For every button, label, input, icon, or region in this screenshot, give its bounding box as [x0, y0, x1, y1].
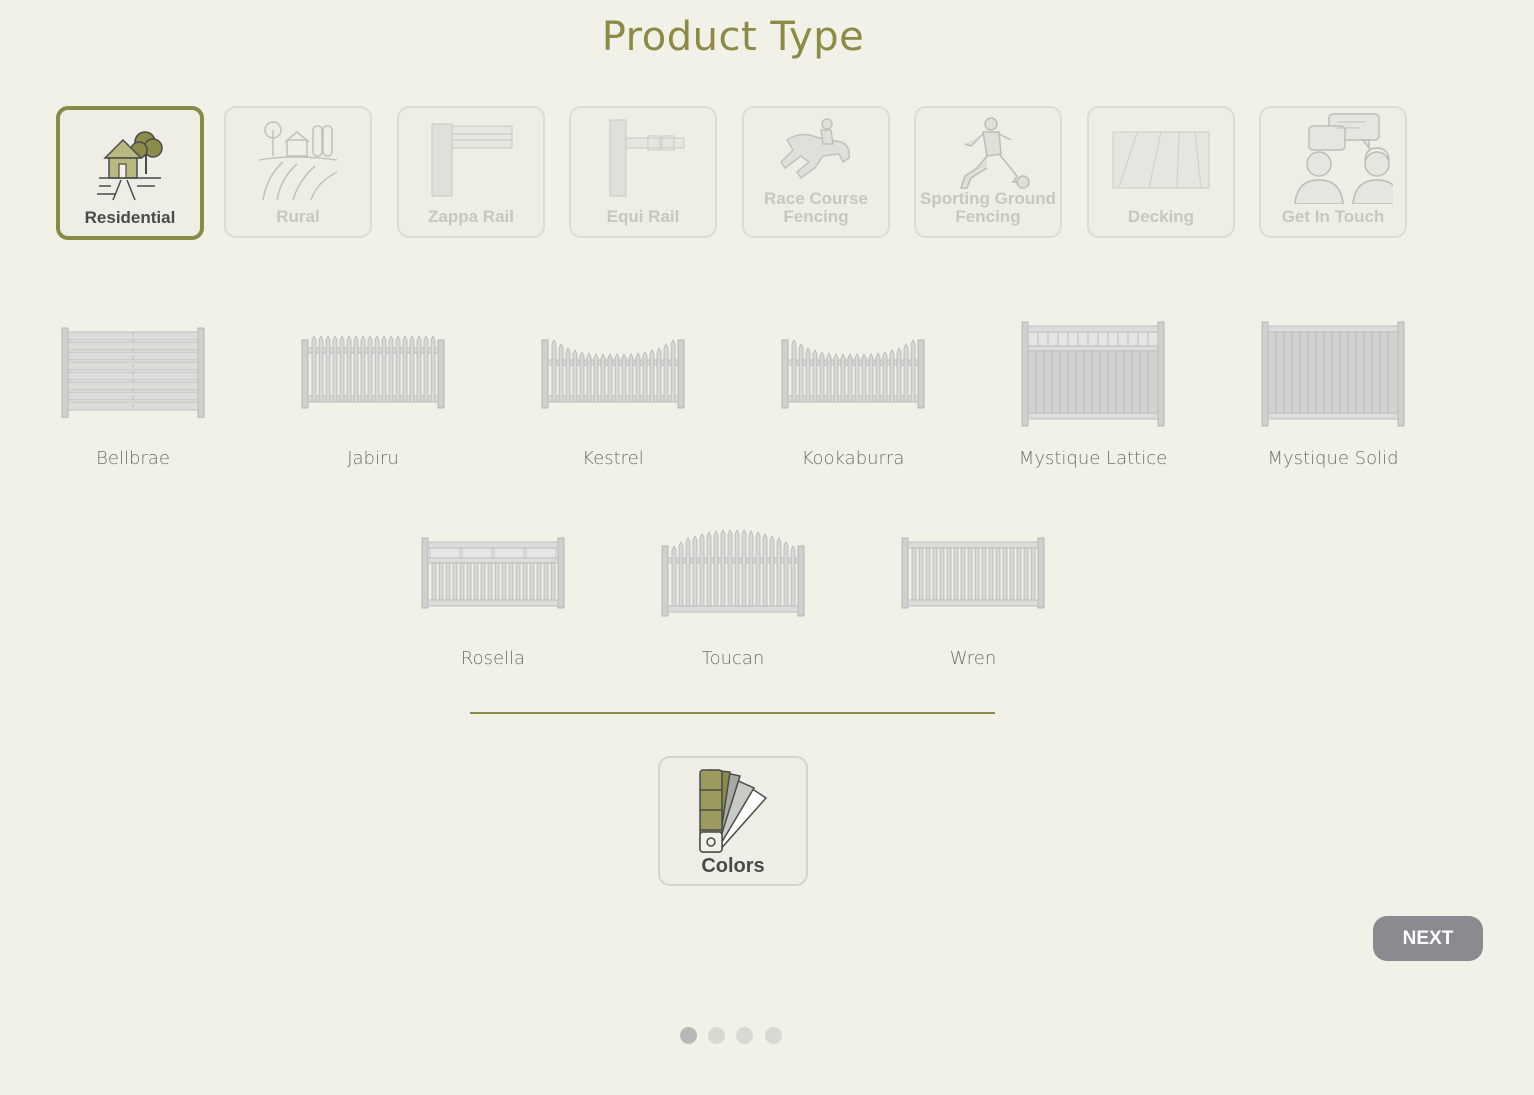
style-item-bellbrae[interactable]: Bellbrae [33, 318, 233, 478]
mystique-lattice-fence-image [1021, 321, 1165, 427]
type-card-sporting-ground[interactable]: Sporting Ground Fencing [914, 106, 1062, 238]
style-name: Kookaburra [801, 448, 905, 469]
bellbrae-fence-image [61, 327, 205, 418]
type-card-equi-rail[interactable]: Equi Rail [569, 106, 717, 238]
style-name: Kestrel [582, 448, 644, 469]
type-card-get-in-touch[interactable]: Get In Touch [1259, 106, 1407, 238]
wren-fence-image [901, 537, 1045, 609]
section-divider [470, 712, 995, 714]
style-item-jabiru[interactable]: Jabiru [273, 318, 473, 478]
colors-label: Colors [701, 855, 765, 877]
type-card-label: Zappa Rail [428, 207, 514, 226]
type-card-decking[interactable]: Decking [1087, 106, 1235, 238]
style-item-kookaburra[interactable]: Kookaburra [753, 318, 953, 478]
next-button[interactable]: NEXT [1373, 916, 1483, 961]
style-name: Wren [949, 648, 997, 669]
equi-rail-icon [609, 119, 685, 197]
house-icon [97, 131, 163, 201]
kestrel-fence-image [541, 339, 685, 409]
type-card-label: Sporting Ground Fencing [920, 189, 1056, 226]
style-item-mystique-lattice[interactable]: Mystique Lattice [993, 318, 1193, 478]
type-card-rural[interactable]: Rural [224, 106, 372, 238]
style-item-toucan[interactable]: Toucan [633, 528, 833, 678]
pagination-dot-1[interactable] [680, 1027, 697, 1044]
zappa-rail-icon [431, 123, 513, 197]
toucan-fence-image [661, 529, 805, 617]
style-name: Bellbrae [96, 448, 170, 469]
colors-button[interactable]: Colors [658, 756, 808, 886]
pagination-dot-2[interactable] [708, 1027, 725, 1044]
type-card-label: Rural [276, 207, 320, 226]
type-card-zappa-rail[interactable]: Zappa Rail [397, 106, 545, 238]
type-card-label: Decking [1127, 207, 1195, 226]
style-item-kestrel[interactable]: Kestrel [513, 318, 713, 478]
type-card-label: Equi Rail [606, 207, 680, 226]
page-title: Product Type [601, 14, 865, 60]
style-item-rosella[interactable]: Rosella [393, 528, 593, 678]
style-name: Jabiru [347, 448, 399, 469]
type-card-label: Get In Touch [1281, 207, 1385, 226]
type-card-label: Race Course Fencing [764, 189, 868, 226]
kookaburra-fence-image [781, 339, 925, 409]
color-swatch-icon [699, 769, 768, 854]
soccer-player-icon [959, 117, 1030, 189]
type-card-race-course[interactable]: Race Course Fencing [742, 106, 890, 238]
pagination-dot-3[interactable] [736, 1027, 753, 1044]
style-name: Mystique Solid [1267, 448, 1399, 469]
style-name: Mystique Lattice [1018, 448, 1168, 469]
style-name: Rosella [460, 648, 526, 669]
farm-icon [258, 121, 338, 200]
rosella-fence-image [421, 537, 565, 609]
horse-jockey-icon [780, 118, 851, 180]
decking-icon [1112, 131, 1210, 189]
pagination-dot-4[interactable] [765, 1027, 782, 1044]
style-name: Toucan [701, 648, 765, 669]
jabiru-fence-image [301, 335, 445, 409]
mystique-solid-fence-image [1261, 321, 1405, 427]
contact-support-icon [1294, 113, 1393, 204]
style-item-mystique-solid[interactable]: Mystique Solid [1233, 318, 1433, 478]
type-card-label: Residential [84, 208, 176, 227]
style-item-wren[interactable]: Wren [873, 528, 1073, 678]
type-card-residential[interactable]: Residential [56, 106, 204, 240]
